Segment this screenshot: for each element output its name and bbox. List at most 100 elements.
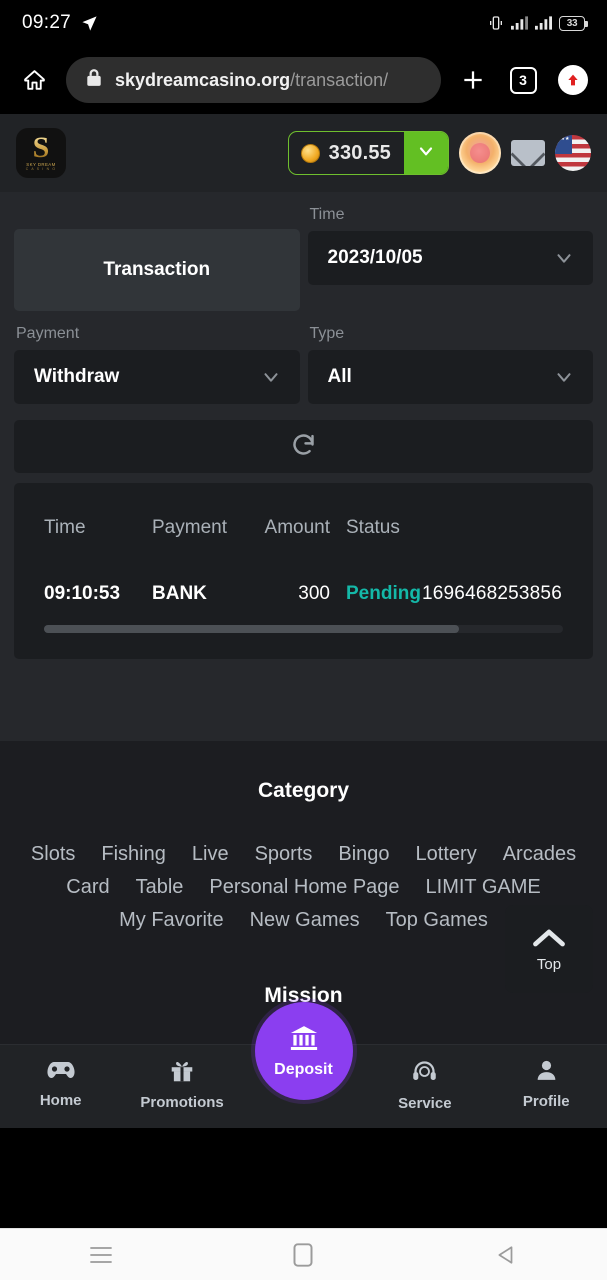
time-label: Time bbox=[309, 206, 345, 223]
balance-amount: 330.55 bbox=[328, 141, 391, 164]
square-icon[interactable] bbox=[263, 1235, 343, 1275]
headset-icon bbox=[411, 1058, 438, 1089]
category-link-live[interactable]: Live bbox=[192, 843, 229, 866]
gift-icon bbox=[169, 1058, 195, 1088]
status-bar-left: 09:27 bbox=[22, 12, 98, 34]
user-avatar[interactable] bbox=[459, 132, 501, 174]
refresh-button[interactable] bbox=[14, 420, 593, 473]
back-to-top-button[interactable]: Top bbox=[505, 905, 593, 993]
person-icon bbox=[534, 1058, 559, 1087]
category-link-slots[interactable]: Slots bbox=[31, 843, 75, 866]
logo-subtitle: C A S I N O bbox=[25, 166, 57, 171]
nav-label-promotions: Promotions bbox=[140, 1094, 224, 1111]
coin-icon bbox=[300, 143, 320, 163]
tab-transaction[interactable]: Transaction bbox=[14, 229, 300, 311]
balance-dropdown-button[interactable] bbox=[404, 132, 448, 174]
status-badge: Pending bbox=[346, 583, 421, 604]
browser-toolbar: skydreamcasino.org/transaction/ 3 bbox=[0, 46, 607, 114]
navigation-arrow-icon bbox=[81, 15, 98, 32]
nav-item-profile[interactable]: Profile bbox=[491, 1058, 601, 1110]
balance-display: 330.55 bbox=[289, 132, 404, 174]
status-bar: 09:27 33 bbox=[0, 0, 607, 46]
home-icon[interactable] bbox=[16, 62, 52, 98]
chevron-up-icon bbox=[531, 926, 567, 954]
payment-value: Withdraw bbox=[34, 366, 120, 387]
nav-item-home[interactable]: Home bbox=[6, 1058, 116, 1109]
signal-bars-icon-2 bbox=[535, 16, 552, 30]
refresh-icon bbox=[290, 431, 317, 463]
lock-icon bbox=[86, 68, 102, 92]
bank-icon bbox=[288, 1023, 320, 1058]
column-header-status: Status bbox=[346, 517, 400, 538]
type-select[interactable]: All bbox=[307, 350, 593, 404]
upload-arrow-icon[interactable] bbox=[555, 62, 591, 98]
new-tab-button[interactable] bbox=[455, 62, 491, 98]
bottom-navigation: Home Promotions Service Profile Deposit bbox=[0, 1002, 607, 1128]
chevron-down-icon bbox=[416, 141, 436, 166]
time-filter-cell: Time 2023/10/05 bbox=[307, 206, 593, 311]
category-link-sports[interactable]: Sports bbox=[255, 843, 313, 866]
url-host: skydreamcasino.org bbox=[115, 69, 291, 90]
web-page: S SKY DREAM C A S I N O 330.55 ★★★ Trans… bbox=[0, 114, 607, 1128]
back-triangle-icon[interactable] bbox=[466, 1235, 546, 1275]
url-text: skydreamcasino.org/transaction/ bbox=[115, 70, 388, 91]
filter-panel: Transaction Time 2023/10/05 Payment With… bbox=[0, 192, 607, 404]
vibrate-icon bbox=[488, 15, 504, 31]
chevron-down-icon bbox=[260, 366, 282, 388]
cell-order-id: 1696468253856 bbox=[422, 583, 562, 604]
category-link-limit-game[interactable]: LIMIT GAME bbox=[426, 876, 541, 899]
envelope-icon[interactable] bbox=[511, 140, 545, 166]
column-header-time: Time bbox=[44, 517, 86, 538]
nav-label-service: Service bbox=[398, 1095, 452, 1112]
chevron-down-icon bbox=[553, 366, 575, 388]
tab-count: 3 bbox=[509, 66, 537, 94]
category-link-arcades[interactable]: Arcades bbox=[503, 843, 576, 866]
category-link-card[interactable]: Card bbox=[66, 876, 109, 899]
nav-item-service[interactable]: Service bbox=[370, 1058, 480, 1112]
category-link-bingo[interactable]: Bingo bbox=[338, 843, 389, 866]
signal-bars-icon bbox=[511, 16, 528, 30]
balance-widget[interactable]: 330.55 bbox=[287, 131, 449, 175]
column-header-amount: Amount bbox=[264, 517, 330, 538]
nav-label-home: Home bbox=[39, 1092, 82, 1109]
category-link-fishing[interactable]: Fishing bbox=[101, 843, 165, 866]
category-title: Category bbox=[257, 779, 350, 802]
deposit-label: Deposit bbox=[274, 1061, 333, 1078]
category-link-lottery[interactable]: Lottery bbox=[416, 843, 477, 866]
payment-filter-cell: Payment Withdraw bbox=[14, 325, 300, 404]
category-link-new-games[interactable]: New Games bbox=[250, 909, 360, 932]
time-select[interactable]: 2023/10/05 bbox=[307, 231, 593, 285]
chevron-down-icon bbox=[553, 247, 575, 269]
deposit-button[interactable]: Deposit bbox=[254, 1002, 353, 1100]
category-link-top-games[interactable]: Top Games bbox=[386, 909, 488, 932]
gamepad-icon bbox=[46, 1058, 76, 1086]
column-header-payment: Payment bbox=[152, 517, 227, 538]
site-header: S SKY DREAM C A S I N O 330.55 bbox=[0, 114, 607, 192]
us-flag-icon[interactable] bbox=[555, 135, 591, 171]
time-value: 2023/10/05 bbox=[327, 247, 423, 268]
payment-select[interactable]: Withdraw bbox=[14, 350, 300, 404]
transaction-tab-cell: Transaction bbox=[14, 206, 300, 311]
horizontal-scrollbar[interactable] bbox=[44, 625, 563, 633]
menu-lines-icon[interactable] bbox=[61, 1235, 141, 1275]
filter-grid-bottom: Payment Withdraw Type All bbox=[14, 325, 593, 404]
transaction-table: Time Payment Amount Status 09:10:53 BANK… bbox=[14, 483, 593, 659]
category-link-table[interactable]: Table bbox=[136, 876, 184, 899]
status-bar-right: 33 bbox=[488, 15, 588, 31]
category-link-my-favorite[interactable]: My Favorite bbox=[119, 909, 223, 932]
url-path: /transaction/ bbox=[290, 69, 389, 90]
payment-label: Payment bbox=[16, 325, 80, 342]
cell-amount: 300 bbox=[298, 583, 330, 604]
type-filter-cell: Type All bbox=[307, 325, 593, 404]
back-to-top-label: Top bbox=[536, 955, 562, 973]
battery-indicator: 33 bbox=[559, 15, 588, 31]
tab-switcher-button[interactable]: 3 bbox=[505, 62, 541, 98]
nav-label-profile: Profile bbox=[522, 1093, 570, 1110]
category-link-personal-home-page[interactable]: Personal Home Page bbox=[209, 876, 399, 899]
address-bar[interactable]: skydreamcasino.org/transaction/ bbox=[66, 57, 441, 103]
type-label: Type bbox=[309, 325, 345, 342]
site-logo[interactable]: S SKY DREAM C A S I N O bbox=[16, 128, 66, 178]
table-row[interactable]: 09:10:53 BANK 300 Pending 1696468253856 bbox=[14, 583, 593, 605]
nav-item-promotions[interactable]: Promotions bbox=[127, 1058, 237, 1111]
phone-screen: 09:27 33 skydreamcasino.org/transaction/… bbox=[0, 0, 607, 1280]
